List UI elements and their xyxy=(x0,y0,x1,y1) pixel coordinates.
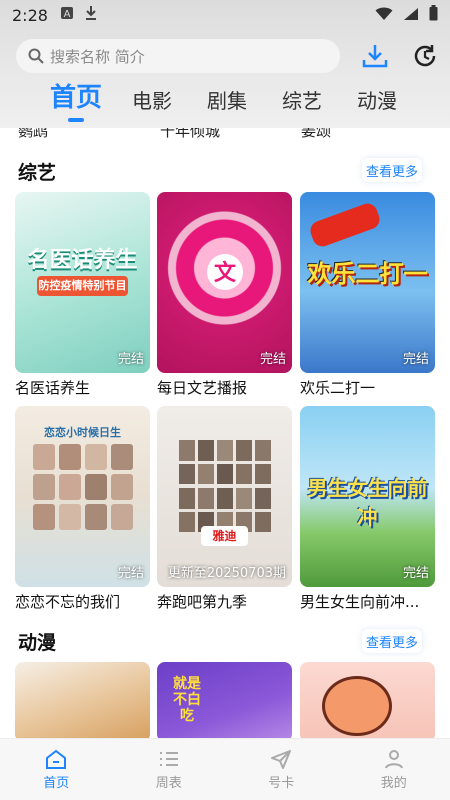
wifi-icon xyxy=(375,6,393,25)
status-bar: 2:28 A xyxy=(0,0,450,30)
status-badge: 完结 xyxy=(402,352,429,367)
variety-card-3[interactable]: 欢乐二打一 完结 欢乐二打一 xyxy=(300,192,435,398)
battery-icon xyxy=(429,5,438,25)
character-face xyxy=(322,676,392,736)
poster-subtitle-text: 防控疫情特别节目 xyxy=(37,276,128,296)
nav-home-label: 首页 xyxy=(43,775,70,791)
variety-more-button[interactable]: 查看更多 xyxy=(362,158,422,182)
bottom-navigation: 首页 周表 号卡 我的 xyxy=(0,738,450,800)
status-time: 2:28 xyxy=(12,5,48,25)
user-icon xyxy=(384,749,403,768)
sponsor-logo: 雅迪 xyxy=(201,526,248,546)
app-screen: 鹦鹉 十年倾城 姜颂 2:28 A 搜索名称 简介 首页 电影 剧集 综艺 动漫… xyxy=(0,0,450,800)
plane-shape xyxy=(307,200,383,250)
nav-schedule-label: 周表 xyxy=(155,775,182,791)
history-button[interactable] xyxy=(410,41,440,71)
poster-title-text: 欢乐二打一 xyxy=(307,260,428,288)
poster-image: 欢乐二打一 完结 xyxy=(300,192,435,373)
nav-home[interactable]: 首页 xyxy=(0,739,113,800)
status-badge: 完结 xyxy=(259,352,286,367)
poster-image: 就是不白吃 xyxy=(157,662,292,742)
svg-text:A: A xyxy=(64,9,71,20)
poster-title-text: 男生女生向前冲 xyxy=(307,476,428,529)
card-title: 每日文艺播报 xyxy=(157,379,248,397)
history-icon xyxy=(414,45,436,67)
poster-image: 恋恋小时候日生 完结 xyxy=(15,406,150,587)
variety-card-6[interactable]: 男生女生向前冲 完结 男生女生向前冲... xyxy=(300,406,435,612)
poster-title-text: 恋恋小时候日生 xyxy=(44,426,121,439)
status-badge: 完结 xyxy=(402,566,429,581)
keyboard-icon: A xyxy=(60,6,74,24)
variety-card-4[interactable]: 恋恋小时候日生 完结 恋恋不忘的我们 xyxy=(15,406,150,612)
nav-profile[interactable]: 我的 xyxy=(338,739,450,800)
status-badge: 更新至20250703期 xyxy=(167,566,286,581)
home-icon xyxy=(46,749,67,769)
tab-series[interactable]: 剧集 xyxy=(207,85,247,122)
nav-card-label: 号卡 xyxy=(268,775,295,791)
nav-schedule[interactable]: 周表 xyxy=(113,739,226,800)
poster-image xyxy=(300,662,435,742)
tab-movies[interactable]: 电影 xyxy=(132,85,172,122)
tab-variety[interactable]: 综艺 xyxy=(282,85,322,122)
download-button[interactable] xyxy=(360,41,390,71)
card-title: 男生女生向前冲... xyxy=(300,593,420,611)
section-title-variety: 综艺 xyxy=(18,162,57,184)
status-right xyxy=(375,5,438,25)
search-row: 搜索名称 简介 xyxy=(16,38,440,74)
download-status-icon xyxy=(84,5,98,25)
poster-image: 名医话养生 防控疫情特别节目 完结 xyxy=(15,192,150,373)
card-title: 欢乐二打一 xyxy=(300,379,376,397)
nav-profile-label: 我的 xyxy=(380,775,407,791)
signal-icon xyxy=(403,6,419,25)
poster-image: 雅迪 更新至20250703期 xyxy=(157,406,292,587)
variety-card-2[interactable]: 文 完结 每日文艺播报 xyxy=(157,192,292,398)
variety-card-5[interactable]: 雅迪 更新至20250703期 奔跑吧第九季 xyxy=(157,406,292,612)
tab-anime[interactable]: 动漫 xyxy=(357,85,397,122)
poster-image: 文 完结 xyxy=(157,192,292,373)
poster-image xyxy=(15,662,150,742)
list-icon xyxy=(159,751,178,766)
search-icon xyxy=(28,48,44,64)
poster-image: 男生女生向前冲 完结 xyxy=(300,406,435,587)
anime-more-button[interactable]: 查看更多 xyxy=(362,629,422,653)
send-icon xyxy=(271,749,292,769)
svg-text:文: 文 xyxy=(214,260,237,286)
card-title: 恋恋不忘的我们 xyxy=(15,593,121,611)
anime-card-1[interactable] xyxy=(15,662,150,742)
section-title-anime: 动漫 xyxy=(18,632,57,654)
poster-photo-grid xyxy=(179,440,271,484)
nav-card[interactable]: 号卡 xyxy=(225,739,338,800)
top-header: 2:28 A 搜索名称 简介 首页 电影 剧集 综艺 动漫 xyxy=(0,0,450,128)
poster-photo-grid xyxy=(33,444,133,530)
status-badge: 完结 xyxy=(117,566,144,581)
search-placeholder: 搜索名称 简介 xyxy=(50,47,145,66)
tab-home[interactable]: 首页 xyxy=(50,77,102,122)
anime-card-2[interactable]: 就是不白吃 xyxy=(157,662,292,742)
status-badge: 完结 xyxy=(117,352,144,367)
poster-title-text: 就是不白吃 xyxy=(173,676,201,724)
category-tabs: 首页 电影 剧集 综艺 动漫 xyxy=(0,82,450,122)
anime-card-3[interactable] xyxy=(300,662,435,742)
search-input[interactable]: 搜索名称 简介 xyxy=(16,39,341,73)
download-icon xyxy=(362,45,388,68)
poster-title-text: 名医话养生 xyxy=(27,248,138,273)
card-title: 奔跑吧第九季 xyxy=(157,593,248,611)
variety-card-1[interactable]: 名医话养生 防控疫情特别节目 完结 名医话养生 xyxy=(15,192,150,398)
wen-logo-icon: 文 xyxy=(207,254,243,290)
card-title: 名医话养生 xyxy=(15,379,91,397)
